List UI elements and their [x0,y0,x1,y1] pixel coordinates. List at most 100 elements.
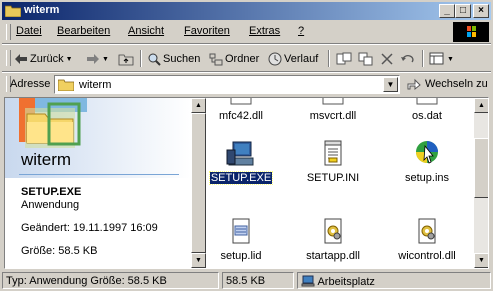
selected-file-type: Anwendung [21,199,80,211]
ini-icon [317,138,349,170]
address-value: witerm [79,79,112,91]
status-zone-label: Arbeitsplatz [317,276,375,288]
file-name: setup.lid [220,250,262,262]
file-list-scrollbar[interactable]: ▲ ▼ [474,98,488,268]
history-icon [268,52,282,66]
back-label: Zurück [30,53,64,65]
folders-button[interactable]: Ordner [209,50,259,68]
dll-icon [225,98,257,108]
status-size: 58.5 KB [222,272,294,289]
up-folder-button[interactable] [118,50,134,68]
views-dropdown-icon[interactable]: ▼ [447,56,454,63]
file-item[interactable]: SETUP.INI [294,138,372,184]
file-item[interactable]: msvcrt.dll [294,98,372,122]
menu-grip[interactable] [6,24,11,40]
menu-ansicht[interactable]: Ansicht [128,25,164,37]
scroll-thumb[interactable] [474,138,488,198]
file-item[interactable]: setup.lid [202,216,280,262]
up-folder-icon [118,54,134,66]
forward-button[interactable]: ▼ [86,50,109,68]
move-to-button[interactable] [336,50,352,68]
toolbar: Zurück ▼ ▼ Suchen Ordner Verlauf ▼ [2,46,491,70]
address-input[interactable]: witerm ▼ [54,75,400,94]
folder-view: witerm SETUP.EXE Anwendung Geändert: 19.… [4,97,489,269]
file-item[interactable]: setup.ins [388,138,466,184]
file-name: msvcrt.dll [309,110,357,122]
go-label: Wechseln zu [425,78,488,90]
toolbar-separator [422,50,424,67]
menu-label: Extras [249,25,281,37]
file-name: SETUP.EXE [208,171,274,185]
dll-icon [317,216,349,248]
file-name: os.dat [412,110,442,122]
toolbar-separator [328,50,330,67]
go-button[interactable]: Wechseln zu [406,77,488,91]
menu-label: Bearbeiten [57,25,111,37]
file-name: mfc42.dll [218,110,264,122]
undo-icon [401,55,414,63]
address-label: Adresse [10,78,51,90]
file-item[interactable]: wicontrol.dll [388,216,466,262]
views-icon [429,52,444,65]
address-dropdown-button[interactable]: ▼ [383,77,398,92]
status-zone: Arbeitsplatz [297,272,491,289]
back-button[interactable]: Zurück ▼ [14,50,73,68]
title-bar[interactable]: witerm _ □ × [2,2,491,20]
file-item[interactable]: os.dat [388,98,466,122]
computer-icon [225,138,257,170]
close-button[interactable]: × [473,4,489,18]
forward-arrow-icon [87,54,99,64]
address-bar: Adresse witerm ▼ Wechseln zu [2,73,491,95]
scroll-down-button[interactable]: ▼ [474,253,488,268]
forward-dropdown-icon[interactable]: ▼ [102,56,109,63]
folder-banner: witerm [5,98,191,178]
search-icon [148,53,161,66]
menu-favoriten[interactable]: Favoriten [184,25,230,37]
file-name: SETUP.INI [306,172,360,184]
search-button[interactable]: Suchen [147,50,200,68]
menu-bearbeiten[interactable]: Bearbeiten [57,25,110,37]
menu-label: Ansicht [128,25,165,37]
search-label: Suchen [163,53,201,65]
views-button[interactable]: ▼ [429,50,454,68]
folder-icon [58,79,74,91]
menu-help[interactable]: ? [298,25,304,37]
undo-button[interactable] [400,50,416,68]
folder-brand-title: witerm [21,150,72,169]
toolbar-grip[interactable] [6,50,11,66]
file-name: startapp.dll [306,250,360,262]
menu-label: Favoriten [184,25,230,37]
menu-bar: Datei Bearbeiten Ansicht Favoriten Extra… [2,22,491,42]
history-button[interactable]: Verlauf [268,50,318,68]
menu-datei[interactable]: Datei [16,25,42,37]
details-pane: witerm SETUP.EXE Anwendung Geändert: 19.… [5,98,191,268]
history-label: Verlauf [284,53,319,65]
delete-button[interactable] [380,50,394,68]
selected-file-modified: Geändert: 19.11.1997 16:09 [21,222,158,234]
my-computer-icon [301,275,315,287]
window-title: witerm [24,4,60,16]
status-info: Typ: Anwendung Größe: 58.5 KB [2,272,219,289]
scroll-up-button[interactable]: ▲ [474,98,488,113]
file-name: setup.ins [404,172,450,184]
folders-icon [209,53,223,65]
go-arrow-icon [407,78,421,91]
file-name: wicontrol.dll [398,250,456,262]
file-item[interactable]: startapp.dll [294,216,372,262]
file-list: mfc42.dll msvcrt.dll os.dat SETUP.EXE SE… [206,98,474,268]
dll-icon [411,216,443,248]
lid-icon [225,216,257,248]
status-bar: Typ: Anwendung Größe: 58.5 KB 58.5 KB Ar… [2,272,491,289]
menu-extras[interactable]: Extras [249,25,280,37]
back-dropdown-icon[interactable]: ▼ [66,56,73,63]
selected-file-name: SETUP.EXE [21,186,82,198]
file-item[interactable]: mfc42.dll [202,98,280,122]
copy-to-button[interactable] [358,50,374,68]
file-icon [411,98,443,108]
maximize-button[interactable]: □ [455,4,471,18]
file-item[interactable]: SETUP.EXE [202,138,280,185]
copy-to-icon [358,52,373,66]
dll-icon [317,98,349,108]
minimize-button[interactable]: _ [439,4,455,18]
explorer-window: witerm _ □ × Datei Bearbeiten Ansicht Fa… [0,0,493,291]
